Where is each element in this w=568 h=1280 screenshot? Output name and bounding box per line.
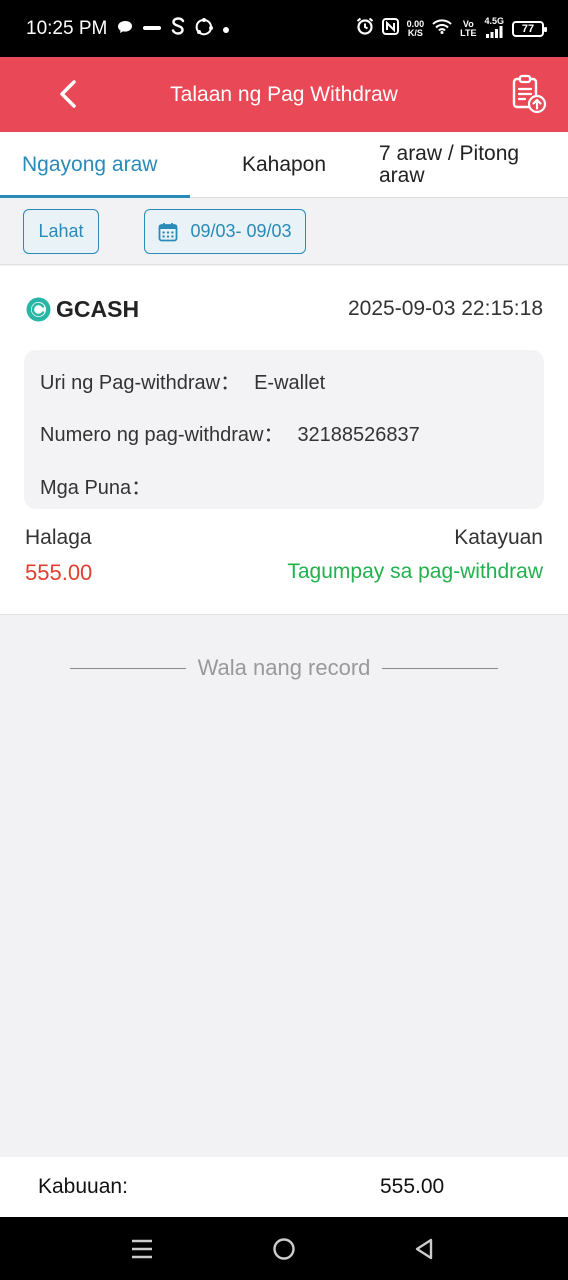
filter-bar: Lahat 09/03- 09/03 [0,199,568,265]
page-title: Talaan ng Pag Withdraw [170,82,398,106]
calendar-icon [159,222,178,241]
total-value: 555.00 [380,1175,445,1198]
chat-bubble-icon [117,20,133,37]
date-range-text: 09/03- 09/03 [190,221,292,241]
wifi-icon [432,18,452,39]
remarks-row: Mga Puna： [40,471,165,500]
back-nav-button[interactable] [408,1233,440,1265]
status-time: 10:25 PM [26,17,108,39]
withdraw-type-label: Uri ng Pag-withdraw： [40,372,241,394]
provider-name: GCASH [56,296,140,322]
volte-bottom: LTE [460,27,477,38]
signal-icon [485,26,503,40]
date-range-button[interactable]: 09/03- 09/03 [144,209,306,254]
status-label: Katayuan [454,526,543,549]
chevron-left-icon [60,80,76,108]
recent-apps-button[interactable] [126,1233,158,1265]
status-right: 0.00 K/S Vo LTE 4.5G 77 [356,17,547,40]
status-left: 10:25 PM [26,16,230,41]
withdraw-number-row: Numero ng pag-withdraw： 32188526837 [40,418,420,447]
status-value: Tagumpay sa pag-withdraw [287,560,543,583]
alarm-icon [356,17,374,40]
no-more-records: Wala nang record [0,655,568,681]
status-bar: 10:25 PM 0.00 K/S Vo LTE 4.5G 77 [0,0,568,57]
app-header: Talaan ng Pag Withdraw [0,57,568,132]
record-datetime: 2025-09-03 22:15:18 [348,297,543,320]
dot-icon [223,20,230,38]
gcash-logo-icon [26,297,51,322]
menu-icon [132,1239,152,1259]
amount-label: Halaga [25,526,92,549]
home-button[interactable] [268,1233,300,1265]
gcash-notification-icon [143,24,162,34]
filter-all-button[interactable]: Lahat [23,209,99,254]
volte-indicator: Vo LTE [460,19,477,38]
home-circle-icon [273,1238,295,1260]
withdraw-type-value: E-wallet [254,372,326,394]
s-app-icon [171,16,185,41]
nfc-icon [381,17,399,40]
system-navigation-bar [0,1217,568,1280]
network-indicator: 4.5G [484,17,504,40]
withdraw-number-value: 32188526837 [297,424,420,446]
network-speed: 0.00 K/S [407,19,425,38]
divider-left [69,667,186,669]
withdraw-number-label: Numero ng pag-withdraw： [40,424,284,446]
record-details: Uri ng Pag-withdraw： E-wallet Numero ng p… [24,350,544,509]
back-button[interactable] [50,76,86,112]
tab-yesterday[interactable]: Kahapon [190,132,378,197]
battery-level: 77 [521,22,535,35]
network-type: 4.5G [484,16,504,26]
no-more-records-text: Wala nang record [197,655,371,680]
withdraw-history-button[interactable] [508,73,548,115]
date-tabs: Ngayong araw Kahapon 7 araw / Pitong ara… [0,132,568,198]
remarks-label: Mga Puna： [40,477,152,499]
total-label: Kabuuan: [38,1175,128,1198]
sync-icon [195,18,214,39]
withdraw-record-card[interactable]: GCASH 2025-09-03 22:15:18 Uri ng Pag-wit… [0,266,568,615]
clipboard-upload-icon [512,74,547,114]
triangle-back-icon [415,1238,433,1260]
divider-right [382,667,499,669]
amount-value: 555.00 [25,560,93,585]
total-bar: Kabuuan: 555.00 [0,1157,568,1217]
withdraw-type-row: Uri ng Pag-withdraw： E-wallet [40,366,325,395]
battery-icon: 77 [512,20,547,37]
tab-seven-days[interactable]: 7 araw / Pitong araw [378,132,568,197]
provider: GCASH [26,296,139,323]
speed-unit: K/S [407,27,423,38]
tab-today[interactable]: Ngayong araw [0,132,190,198]
